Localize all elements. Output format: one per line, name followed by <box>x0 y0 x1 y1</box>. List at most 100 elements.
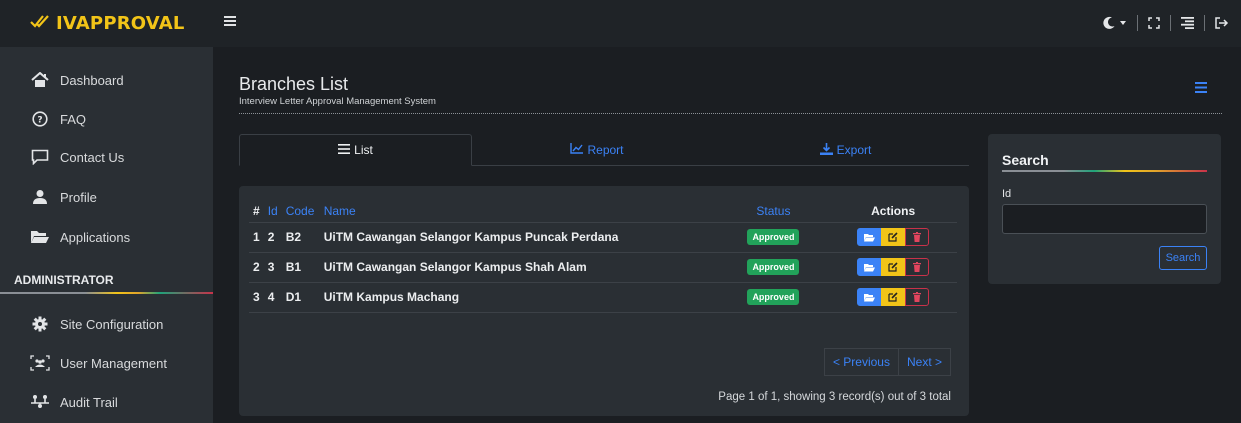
message-square-icon <box>30 148 50 166</box>
sidebar-toggle-button[interactable] <box>224 14 238 30</box>
row-status-cell: Approved <box>717 282 830 313</box>
delete-button[interactable] <box>905 228 930 246</box>
row-name: UiTM Cawangan Selangor Kampus Puncak Per… <box>319 222 718 253</box>
moon-icon <box>1103 16 1115 29</box>
table-row: 1 2 B2 UiTM Cawangan Selangor Kampus Pun… <box>249 222 957 253</box>
brand-name: IVAPPROVAL <box>56 13 185 34</box>
sidebar-item-dashboard[interactable]: Dashboard <box>0 61 213 99</box>
tab-label: Report <box>587 143 624 157</box>
tab-report[interactable]: Report <box>472 134 722 166</box>
sitemap-icon <box>30 393 50 411</box>
bars-icon <box>1195 82 1207 93</box>
status-badge: Approved <box>747 229 800 245</box>
edit-button[interactable] <box>881 258 906 276</box>
id-search-input[interactable] <box>1002 204 1207 234</box>
brand-logo[interactable]: IVAPPROVAL <box>0 0 213 47</box>
users-icon <box>30 354 50 372</box>
logout-button[interactable] <box>1215 17 1229 29</box>
row-id: 4 <box>263 282 282 313</box>
topbar-separator <box>1204 15 1205 31</box>
sidebar-item-label: Dashboard <box>60 72 124 88</box>
status-badge: Approved <box>747 259 800 275</box>
edit-icon <box>888 262 898 272</box>
row-status-cell: Approved <box>717 222 830 253</box>
svg-text:?: ? <box>37 116 42 126</box>
header-divider <box>239 113 1222 114</box>
previous-page-button[interactable]: < Previous <box>823 348 899 376</box>
branches-table-panel: # Id Code Name Status Actions 1 2 B2 UiT… <box>239 186 969 416</box>
table-header-row: # Id Code Name Status Actions <box>249 200 957 223</box>
row-number: 1 <box>249 222 264 253</box>
sidebar-item-label: User Management <box>60 355 167 371</box>
sidebar-item-profile[interactable]: Profile <box>0 178 213 216</box>
topbar-actions <box>1102 13 1229 33</box>
cog-icon <box>30 315 50 333</box>
sidebar-item-user-management[interactable]: User Management <box>0 344 213 382</box>
column-header-actions: Actions <box>829 200 957 223</box>
page-menu-button[interactable] <box>1195 80 1207 97</box>
download-icon <box>819 142 833 158</box>
layout-toggle-button[interactable] <box>1181 17 1194 29</box>
view-tabs: List Report Export <box>239 134 969 166</box>
sidebar-item-label: Audit Trail <box>60 394 118 410</box>
view-button[interactable] <box>857 228 882 246</box>
theme-toggle-button[interactable] <box>1102 16 1127 30</box>
delete-button[interactable] <box>905 288 930 306</box>
admin-section-heading: ADMINISTRATOR <box>14 273 114 287</box>
trash-icon <box>913 292 922 302</box>
expand-icon <box>1148 17 1160 29</box>
row-number: 3 <box>249 282 264 313</box>
column-header-code[interactable]: Code <box>281 200 320 223</box>
page-subtitle: Interview Letter Approval Management Sys… <box>239 96 436 107</box>
row-code: D1 <box>281 282 320 313</box>
edit-button[interactable] <box>881 228 906 246</box>
check-double-icon <box>30 13 50 34</box>
row-name: UiTM Cawangan Selangor Kampus Shah Alam <box>319 252 718 283</box>
column-header-id[interactable]: Id <box>263 200 282 223</box>
sidebar-item-label: FAQ <box>60 111 87 127</box>
tab-list[interactable]: List <box>239 134 472 166</box>
view-button[interactable] <box>857 258 882 276</box>
app-root: IVAPPROVAL Dashboard ? FAQ Contact Us Pr… <box>0 0 1241 423</box>
sidebar-item-label: Profile <box>60 189 97 205</box>
view-button[interactable] <box>857 288 882 306</box>
trash-icon <box>913 232 922 242</box>
row-actions-cell <box>829 252 957 283</box>
question-circle-icon: ? <box>30 110 50 128</box>
next-page-button[interactable]: Next > <box>898 348 951 376</box>
sidebar-item-applications[interactable]: Applications <box>0 218 213 256</box>
sidebar-item-contact-us[interactable]: Contact Us <box>0 138 213 176</box>
sidebar-item-audit-trail[interactable]: Audit Trail <box>0 383 213 421</box>
align-right-icon <box>1181 17 1194 29</box>
admin-section-divider <box>0 292 213 294</box>
fullscreen-button[interactable] <box>1148 17 1160 29</box>
pagination: < Previous Next > <box>823 348 951 376</box>
search-button[interactable]: Search <box>1159 246 1207 270</box>
row-actions-cell <box>829 282 957 313</box>
column-header-status[interactable]: Status <box>717 200 830 223</box>
column-header-name[interactable]: Name <box>319 200 718 223</box>
trash-icon <box>913 262 922 272</box>
sidebar-item-site-configuration[interactable]: Site Configuration <box>0 305 213 343</box>
tab-label: Export <box>836 143 872 157</box>
tab-export[interactable]: Export <box>722 134 969 166</box>
sidebar: IVAPPROVAL Dashboard ? FAQ Contact Us Pr… <box>0 0 213 423</box>
sidebar-item-faq[interactable]: ? FAQ <box>0 100 213 138</box>
search-title-divider <box>1002 170 1207 172</box>
edit-icon <box>888 232 898 242</box>
topbar <box>213 0 1241 47</box>
sidebar-item-label: Site Configuration <box>60 316 164 332</box>
column-header-number: # <box>249 200 264 223</box>
list-icon <box>338 143 351 157</box>
hamburger-icon <box>224 16 236 26</box>
chart-line-icon <box>570 143 584 157</box>
edit-button[interactable] <box>881 288 906 306</box>
folder-open-icon <box>863 293 875 301</box>
delete-button[interactable] <box>905 258 930 276</box>
row-id: 2 <box>263 222 282 253</box>
topbar-separator <box>1137 15 1138 31</box>
sidebar-item-label: Contact Us <box>60 149 125 165</box>
status-badge: Approved <box>747 289 800 305</box>
tab-label: List <box>354 143 373 157</box>
branches-table: # Id Code Name Status Actions 1 2 B2 UiT… <box>249 200 957 313</box>
